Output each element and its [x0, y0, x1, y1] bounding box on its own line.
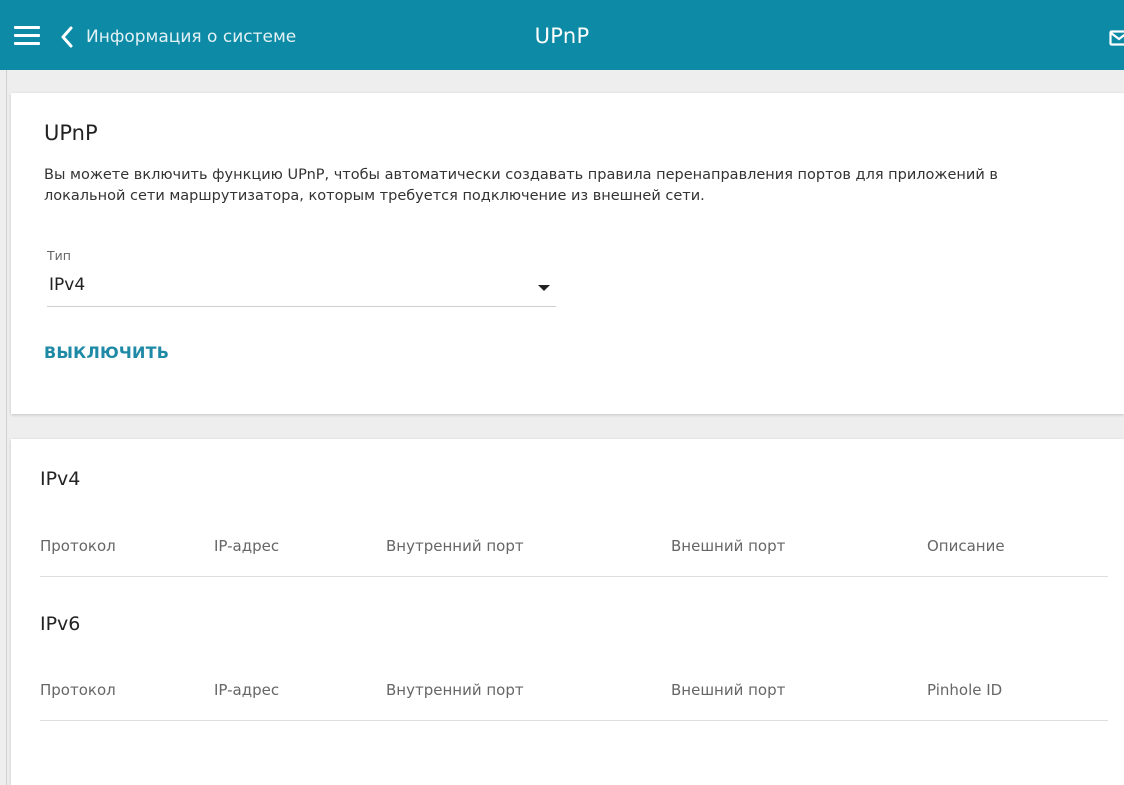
type-select-value: IPv4 [49, 275, 86, 295]
column-header: Внутренний порт [386, 537, 524, 555]
top-bar: Информация о системе UPnP [0, 0, 1124, 70]
column-header: Pinhole ID [927, 681, 1003, 699]
chevron-left-icon [61, 26, 73, 48]
upnp-settings-card: UPnP Вы можете включить функцию UPnP, чт… [11, 93, 1124, 414]
column-header: IP-адрес [214, 681, 280, 699]
menu-icon[interactable] [14, 26, 40, 48]
column-header: Внутренний порт [386, 681, 524, 699]
ipv6-table-header: Протокол IP-адрес Внутренний порт Внешни… [40, 681, 1108, 721]
type-label: Тип [47, 248, 71, 263]
disable-button[interactable]: ВЫКЛЮЧИТЬ [44, 343, 169, 362]
description-text: Вы можете включить функцию UPnP, чтобы а… [44, 167, 998, 204]
column-header: Описание [927, 537, 1005, 555]
ipv6-section-title: IPv6 [40, 613, 81, 635]
type-select[interactable]: IPv4 [47, 271, 556, 307]
back-link[interactable]: Информация о системе [60, 22, 296, 52]
upnp-rules-card: IPv4 Протокол IP-адрес Внутренний порт В… [11, 439, 1124, 785]
divider [6, 70, 7, 785]
ipv4-section-title: IPv4 [40, 468, 81, 490]
column-header: IP-адрес [214, 537, 280, 555]
column-header: Внешний порт [671, 537, 786, 555]
ipv4-table-header: Протокол IP-адрес Внутренний порт Внешни… [40, 537, 1108, 577]
column-header: Протокол [40, 537, 116, 555]
column-header: Внешний порт [671, 681, 786, 699]
caret-down-icon [538, 285, 550, 291]
card-title: UPnP [44, 121, 98, 145]
column-header: Протокол [40, 681, 116, 699]
mail-icon[interactable] [1109, 30, 1124, 46]
back-link-label: Информация о системе [86, 27, 297, 47]
